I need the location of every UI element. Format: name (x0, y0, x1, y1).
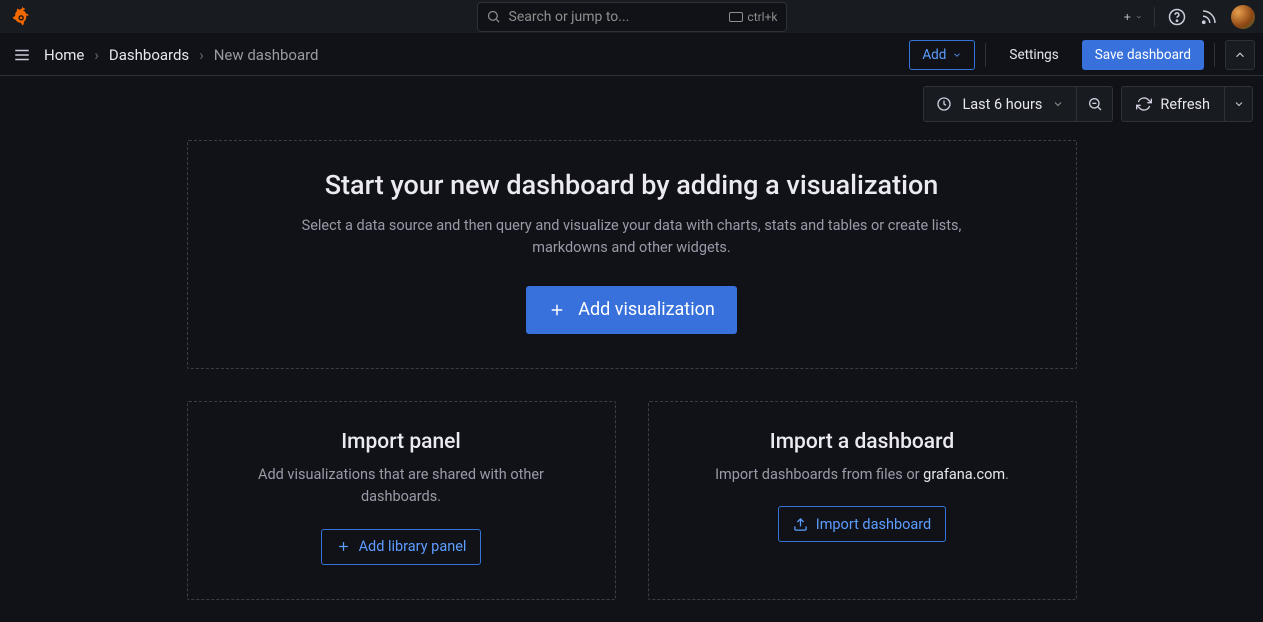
topbar: Search or jump to... ctrl+k (0, 0, 1263, 34)
grafana-logo-icon[interactable] (10, 5, 34, 29)
empty-dashboard-main: Start your new dashboard by adding a vis… (0, 122, 1263, 610)
save-dashboard-button[interactable]: Save dashboard (1082, 40, 1204, 70)
add-button[interactable]: Add (909, 40, 975, 70)
refresh-icon (1136, 96, 1152, 112)
import-panel-subtitle: Add visualizations that are shared with … (218, 464, 585, 509)
keyboard-icon (729, 12, 743, 22)
import-dashboard-subtitle: Import dashboards from files or grafana.… (679, 464, 1046, 486)
breadcrumb-dashboards[interactable]: Dashboards (109, 46, 189, 64)
import-dashboard-label: Import dashboard (816, 516, 931, 533)
add-button-label: Add (922, 47, 946, 63)
import-panel-card: Import panel Add visualizations that are… (187, 401, 616, 600)
breadcrumb-bar: Home › Dashboards › New dashboard Add Se… (0, 34, 1263, 76)
time-range-label: Last 6 hours (962, 96, 1042, 113)
import-dashboard-button[interactable]: Import dashboard (778, 506, 946, 542)
grafana-com-link[interactable]: grafana.com (923, 466, 1005, 483)
divider (1154, 7, 1155, 27)
add-visualization-label: Add visualization (578, 299, 715, 320)
import-dashboard-card: Import a dashboard Import dashboards fro… (648, 401, 1077, 600)
chevron-down-icon (952, 50, 962, 60)
global-search-input[interactable]: Search or jump to... ctrl+k (477, 2, 787, 32)
chevron-right-icon: › (199, 46, 204, 64)
hero-subtitle: Select a data source and then query and … (272, 215, 992, 260)
chevron-right-icon: › (94, 46, 99, 64)
add-library-panel-button[interactable]: Add library panel (321, 529, 482, 565)
hero-title: Start your new dashboard by adding a vis… (218, 169, 1046, 201)
user-avatar[interactable] (1231, 5, 1255, 29)
breadcrumb-current: New dashboard (214, 46, 319, 64)
add-visualization-button[interactable]: Add visualization (526, 286, 737, 334)
divider (1214, 43, 1215, 67)
search-icon (486, 9, 501, 24)
breadcrumb-home[interactable]: Home (44, 46, 84, 64)
zoom-out-button[interactable] (1077, 86, 1113, 122)
time-range-picker[interactable]: Last 6 hours (923, 86, 1077, 122)
search-placeholder: Search or jump to... (509, 9, 722, 25)
upload-icon (793, 517, 808, 532)
add-library-panel-label: Add library panel (359, 538, 467, 555)
refresh-label: Refresh (1160, 96, 1210, 113)
import-dashboard-title: Import a dashboard (679, 430, 1046, 454)
help-icon[interactable] (1167, 7, 1187, 27)
dashboard-toolbar: Last 6 hours Refresh (0, 76, 1263, 122)
settings-button[interactable]: Settings (996, 40, 1071, 70)
chevron-down-icon (1233, 98, 1245, 110)
refresh-button[interactable]: Refresh (1121, 86, 1225, 122)
chevron-down-icon (1052, 98, 1064, 110)
clock-icon (936, 96, 952, 112)
search-shortcut: ctrl+k (729, 10, 777, 24)
plus-icon (336, 539, 351, 554)
zoom-out-icon (1087, 96, 1103, 112)
import-panel-title: Import panel (218, 430, 585, 454)
collapse-toolbar-button[interactable] (1225, 40, 1255, 70)
breadcrumb: Home › Dashboards › New dashboard (44, 46, 319, 64)
new-menu-button[interactable] (1122, 7, 1142, 27)
divider (985, 43, 986, 67)
hamburger-menu-button[interactable] (8, 41, 36, 69)
plus-icon (548, 301, 566, 319)
refresh-interval-picker[interactable] (1225, 86, 1253, 122)
hero-card: Start your new dashboard by adding a vis… (187, 140, 1077, 369)
news-rss-icon[interactable] (1199, 7, 1219, 27)
